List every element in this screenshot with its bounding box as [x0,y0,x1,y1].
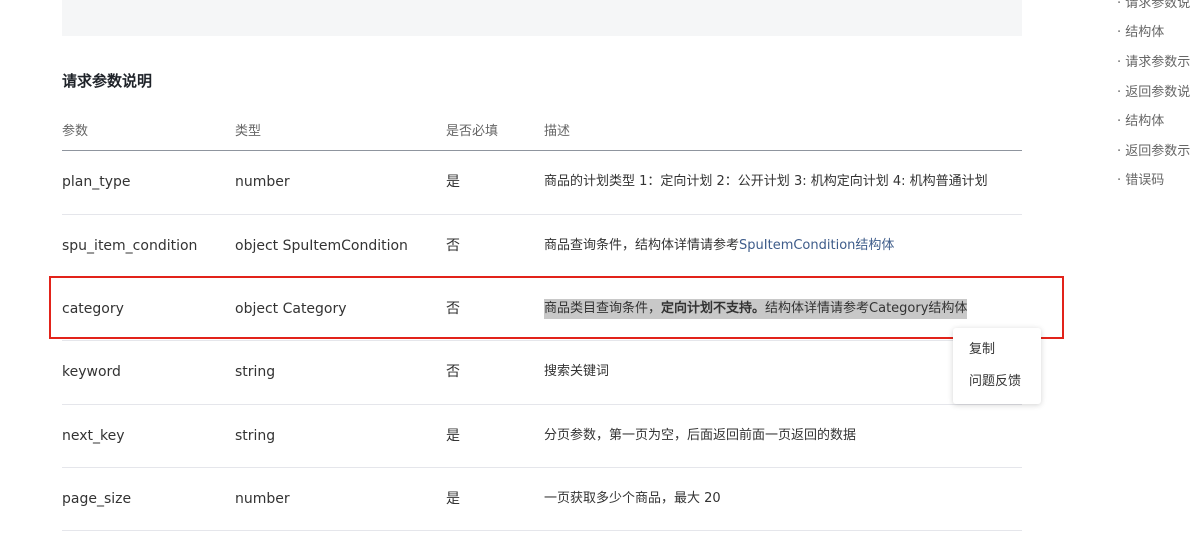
menu-item-feedback[interactable]: 问题反馈 [969,373,1021,391]
param-required: 是 [446,428,460,444]
desc-text: 商品查询条件，结构体详情请参考 [544,238,740,253]
param-type: number [235,491,290,507]
highlight-box [49,276,1064,339]
header-param: 参数 [62,124,89,139]
param-desc: 商品查询条件，结构体详情请参考SpuItemCondition结构体 [544,236,894,256]
param-type: object SpuItemCondition [235,238,408,254]
param-type: number [235,174,290,190]
param-name: spu_item_condition [62,238,198,254]
toc-item[interactable]: · 请求参数说 [1117,0,1190,11]
toc-item[interactable]: · 返回参数说 [1117,81,1190,100]
toc-item[interactable]: · 请求参数示 [1117,51,1190,70]
menu-item-copy[interactable]: 复制 [969,341,995,359]
toc-item[interactable]: · 返回参数示 [1117,140,1190,159]
param-name: keyword [62,364,121,380]
header-required: 是否必填 [446,124,499,139]
param-desc: 搜索关键词 [544,364,610,379]
param-name: plan_type [62,174,131,190]
toc-item[interactable]: · 错误码 [1117,169,1164,188]
section-title: 请求参数说明 [62,72,153,90]
toc-item[interactable]: · 结构体 [1117,21,1164,40]
header-desc: 描述 [544,124,571,139]
param-required: 否 [446,364,460,380]
param-desc: 分页参数，第一页为空，后面返回前面一页返回的数据 [544,428,857,443]
code-block [62,0,1022,36]
struct-link[interactable]: SpuItemCondition结构体 [739,238,894,253]
param-required: 是 [446,174,460,190]
param-type: string [235,428,276,444]
row-divider [62,404,1022,405]
toc-item[interactable]: · 结构体 [1117,110,1164,129]
row-divider [62,214,1022,215]
header-divider [62,150,1022,151]
row-divider [62,530,1022,531]
row-divider [62,467,1022,468]
param-type: string [235,364,276,380]
row-divider [62,340,1022,341]
header-type: 类型 [235,124,262,139]
param-name: next_key [62,428,125,444]
param-required: 否 [446,238,460,254]
param-desc: 商品的计划类型 1：定向计划 2：公开计划 3: 机构定向计划 4: 机构普通计… [544,174,988,189]
context-menu: 复制 问题反馈 [953,328,1041,404]
param-desc: 一页获取多少个商品，最大 20 [544,491,721,506]
param-name: page_size [62,491,132,507]
param-required: 是 [446,491,460,507]
